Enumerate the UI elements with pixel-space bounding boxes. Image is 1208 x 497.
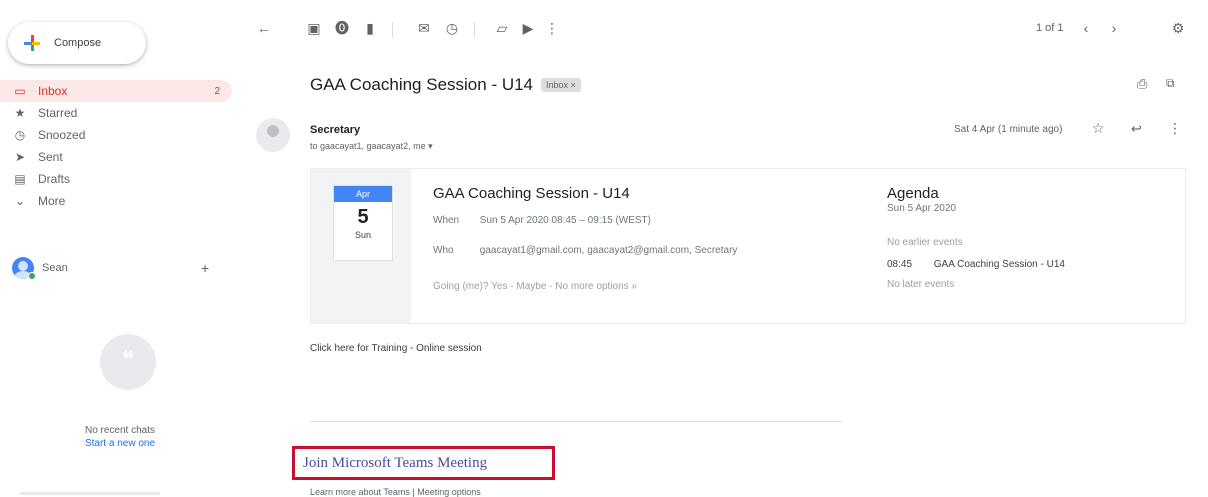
compose-label: Compose — [54, 37, 102, 49]
star-icon[interactable]: ☆ — [1092, 120, 1105, 137]
message-toolbar: ← ▣ ⓿ ▮ ✉ ◷ ▱ ▶ ⋮ 1 of 1 ‹ › ⚙ — [246, 14, 1208, 46]
agenda-date: Sun 5 Apr 2020 — [887, 203, 956, 214]
no-chats-text: No recent chats — [84, 425, 156, 436]
inbox-icon: ▭ — [14, 84, 26, 98]
move-to-icon[interactable]: ▱ — [492, 18, 512, 38]
chevron-left-icon[interactable]: ‹ — [1076, 18, 1096, 38]
back-arrow-icon[interactable]: ← — [254, 18, 274, 38]
compose-button[interactable]: Compose — [8, 22, 146, 64]
clock-icon: ◷ — [14, 128, 26, 142]
sidebar-item-snoozed[interactable]: ◷ Snoozed — [0, 124, 232, 146]
body-divider — [310, 421, 842, 422]
sidebar-item-label: Starred — [38, 106, 78, 120]
sidebar-item-label: Snoozed — [38, 128, 86, 142]
add-icon[interactable]: + — [201, 260, 209, 276]
sidebar-item-label: Sent — [38, 150, 63, 164]
who-value: gaacayat1@gmail.com, gaacayat2@gmail.com… — [479, 245, 738, 256]
date-weekday: Sun — [354, 230, 371, 240]
event-who-row: Who gaacayat1@gmail.com, gaacayat2@gmail… — [433, 245, 737, 256]
no-chats-message: No recent chats Start a new one — [60, 424, 180, 450]
sidebar-item-label: Drafts — [38, 172, 71, 186]
agenda-event-time: 08:45 — [887, 259, 913, 270]
start-new-chat-link[interactable]: Start a new one — [60, 437, 180, 450]
join-meeting-highlight: Join Microsoft Teams Meeting — [292, 446, 555, 480]
no-later-events: No later events — [887, 279, 955, 290]
event-title[interactable]: GAA Coaching Session - U14 — [433, 185, 630, 202]
chat-quote-icon — [100, 334, 156, 390]
label-icon[interactable]: ▶ — [518, 18, 538, 38]
no-earlier-events: No earlier events — [887, 237, 963, 248]
agenda-panel: Agenda Sun 5 Apr 2020 No earlier events … — [887, 185, 1177, 290]
unread-count: 2 — [214, 85, 220, 97]
nav-list: ▭ Inbox 2 ★ Starred ◷ Snoozed ➤ Sent ▤ D… — [0, 80, 232, 212]
sender-avatar — [256, 118, 290, 152]
report-spam-icon[interactable]: ⓿ — [332, 18, 352, 38]
settings-gear-icon[interactable]: ⚙ — [1168, 18, 1188, 38]
more-vert-icon[interactable]: ⋮ — [542, 18, 562, 38]
chevron-down-icon: ⌄ — [14, 194, 26, 208]
toolbar-divider — [474, 22, 475, 38]
print-icon[interactable]: ⎙ — [1137, 76, 1147, 92]
chevron-right-icon[interactable]: › — [1104, 18, 1124, 38]
sidebar-item-label: More — [38, 194, 66, 208]
sender-name: Secretary — [310, 124, 361, 136]
draft-icon: ▤ — [14, 172, 26, 186]
sidebar-item-inbox[interactable]: ▭ Inbox 2 — [0, 80, 232, 102]
sidebar-item-starred[interactable]: ★ Starred — [0, 102, 232, 124]
reply-icon[interactable]: ↩ — [1131, 121, 1142, 137]
hangouts-user-row[interactable]: Sean + — [0, 256, 232, 280]
toolbar-divider — [392, 22, 393, 38]
delete-icon[interactable]: ▮ — [360, 18, 380, 38]
rsvp-options[interactable]: Going (me)? Yes - Maybe - No more option… — [433, 281, 637, 292]
snooze-icon[interactable]: ◷ — [442, 18, 462, 38]
plus-icon — [22, 33, 42, 53]
join-teams-meeting-link[interactable]: Join Microsoft Teams Meeting — [303, 455, 487, 472]
inbox-label-chip[interactable]: Inbox × — [541, 78, 581, 92]
sidebar-item-more[interactable]: ⌄ More — [0, 190, 232, 212]
sidebar-item-drafts[interactable]: ▤ Drafts — [0, 168, 232, 190]
online-status-dot — [28, 272, 36, 280]
pagination-count: 1 of 1 — [1036, 22, 1064, 34]
mark-unread-icon[interactable]: ✉ — [414, 18, 434, 38]
more-vert-icon[interactable]: ⋮ — [1168, 120, 1182, 137]
date-month: Apr — [334, 186, 392, 202]
who-label: Who — [433, 245, 454, 256]
agenda-heading: Agenda — [887, 185, 939, 202]
when-label: When — [433, 215, 460, 226]
send-icon: ➤ — [14, 150, 26, 164]
recipients-line[interactable]: to gaacayat1, gaacayat2, me ▾ — [310, 141, 433, 152]
card-date-column: Apr 5 Sun — [311, 169, 411, 323]
body-text: Click here for Training - Online session — [310, 343, 482, 354]
open-new-window-icon[interactable]: ⧉ — [1166, 76, 1175, 91]
event-when-row: When Sun 5 Apr 2020 08:45 – 09:15 (WEST) — [433, 215, 651, 226]
user-name: Sean — [42, 262, 68, 274]
agenda-event[interactable]: 08:45 GAA Coaching Session - U14 — [887, 259, 1065, 270]
teams-footer-links[interactable]: Learn more about Teams | Meeting options — [310, 487, 481, 497]
message-date: Sat 4 Apr (1 minute ago) — [954, 124, 1063, 135]
calendar-invite-card: Apr 5 Sun GAA Coaching Session - U14 Whe… — [310, 168, 1186, 324]
email-subject: GAA Coaching Session - U14 — [310, 75, 534, 94]
archive-icon[interactable]: ▣ — [304, 18, 324, 38]
star-icon: ★ — [14, 106, 26, 120]
sidebar-bottom-bar — [0, 492, 232, 497]
sidebar: Compose ▭ Inbox 2 ★ Starred ◷ Snoozed ➤ … — [0, 0, 240, 497]
when-value: Sun 5 Apr 2020 08:45 – 09:15 (WEST) — [479, 215, 651, 226]
calendar-date-badge: Apr 5 Sun — [333, 185, 393, 261]
sidebar-item-sent[interactable]: ➤ Sent — [0, 146, 232, 168]
sidebar-item-label: Inbox — [38, 84, 68, 98]
date-day: 5 — [357, 206, 369, 228]
agenda-event-title: GAA Coaching Session - U14 — [933, 259, 1065, 270]
subject-row: GAA Coaching Session - U14 Inbox × — [310, 72, 581, 98]
